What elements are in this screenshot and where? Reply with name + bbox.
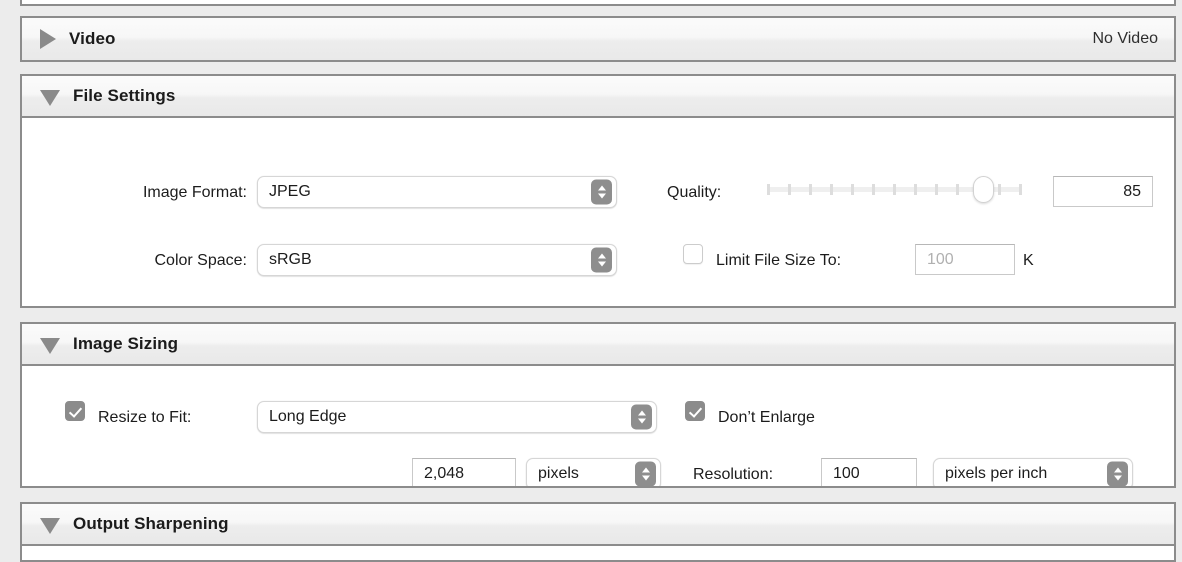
image-dimension-unit-value: pixels [538,465,579,482]
panel-file-settings-title: File Settings [73,86,176,105]
resize-to-fit-checkbox[interactable] [65,401,85,421]
chevron-up-icon [597,185,606,191]
chevron-down-icon [597,261,606,267]
resolution-input[interactable]: 100 [821,458,917,486]
color-space-select[interactable]: sRGB [257,244,617,276]
panel-video-header[interactable]: Video No Video [22,18,1174,60]
color-space-value: sRGB [269,251,312,268]
resolution-unit-select[interactable]: pixels per inch [933,458,1133,486]
disclosure-triangle-down-icon[interactable] [40,89,60,106]
chevron-up-icon [637,410,646,416]
chevron-down-icon [641,475,650,481]
dont-enlarge-label: Don’t Enlarge [718,409,815,426]
panel-file-settings: File Settings Image Format: JPEG Color S… [20,74,1176,308]
resize-to-fit-value: Long Edge [269,408,347,425]
image-format-select[interactable]: JPEG [257,176,617,208]
image-format-stepper-icon[interactable] [591,179,612,205]
video-status-label: No Video [1092,30,1158,47]
quality-slider-tick [914,184,917,195]
disclosure-triangle-right-icon[interactable] [40,29,56,49]
panel-file-settings-body: Image Format: JPEG Color Space: sRGB Qua… [22,118,1174,306]
resize-to-fit-stepper-icon[interactable] [631,404,652,430]
chevron-up-icon [1113,467,1122,473]
color-space-stepper-icon[interactable] [591,247,612,273]
panel-image-sizing-body: Resize to Fit: Long Edge Don’t Enlarge 2… [22,366,1174,486]
quality-slider-tick [956,184,959,195]
limit-file-size-checkbox[interactable] [683,244,703,264]
image-dimension-input[interactable]: 2,048 [412,458,516,486]
quality-slider-tick [998,184,1001,195]
disclosure-triangle-down-icon[interactable] [40,337,60,354]
panel-image-sizing-header[interactable]: Image Sizing [22,324,1174,366]
panel-above-fragment [20,0,1176,6]
panel-video-title: Video [69,29,116,48]
chevron-down-icon [597,193,606,199]
quality-slider[interactable] [767,176,1022,203]
quality-slider-tick [830,184,833,195]
limit-file-size-label: Limit File Size To: [716,252,842,269]
image-format-label: Image Format: [142,184,247,201]
quality-slider-tick [788,184,791,195]
image-format-value: JPEG [269,183,311,200]
quality-label: Quality: [667,184,722,201]
panel-image-sizing-title: Image Sizing [73,334,179,353]
panel-output-sharpening-header[interactable]: Output Sharpening [22,504,1174,546]
quality-slider-tick [935,184,938,195]
resolution-label: Resolution: [693,466,774,483]
export-settings-panel: Video No Video File Settings Image Forma… [0,0,1182,562]
quality-slider-tick [851,184,854,195]
quality-slider-tick [872,184,875,195]
quality-slider-tick [809,184,812,195]
quality-slider-tick [1019,184,1022,195]
quality-slider-thumb[interactable] [973,176,994,203]
chevron-up-icon [597,253,606,259]
quality-slider-tick [893,184,896,195]
dont-enlarge-checkbox[interactable] [685,401,705,421]
limit-file-size-placeholder: 100 [927,250,954,268]
image-dimension-unit-stepper-icon[interactable] [635,461,656,486]
panel-video: Video No Video [20,16,1176,62]
resolution-unit-value: pixels per inch [945,465,1048,482]
image-dimension-unit-select[interactable]: pixels [526,458,661,486]
chevron-down-icon [1113,475,1122,481]
resize-to-fit-select[interactable]: Long Edge [257,401,657,433]
chevron-down-icon [637,418,646,424]
chevron-up-icon [641,467,650,473]
resolution-unit-stepper-icon[interactable] [1107,461,1128,486]
panel-file-settings-header[interactable]: File Settings [22,76,1174,118]
panel-output-sharpening: Output Sharpening [20,502,1176,562]
color-space-label: Color Space: [154,252,248,269]
quality-value-input[interactable]: 85 [1053,176,1153,207]
resize-to-fit-label: Resize to Fit: [98,409,192,426]
panel-image-sizing: Image Sizing Resize to Fit: Long Edge Do… [20,322,1176,488]
limit-file-size-input[interactable]: 100 [915,244,1015,275]
quality-slider-tick [767,184,770,195]
panel-output-sharpening-title: Output Sharpening [73,514,229,533]
limit-file-size-unit: K [1023,252,1034,269]
